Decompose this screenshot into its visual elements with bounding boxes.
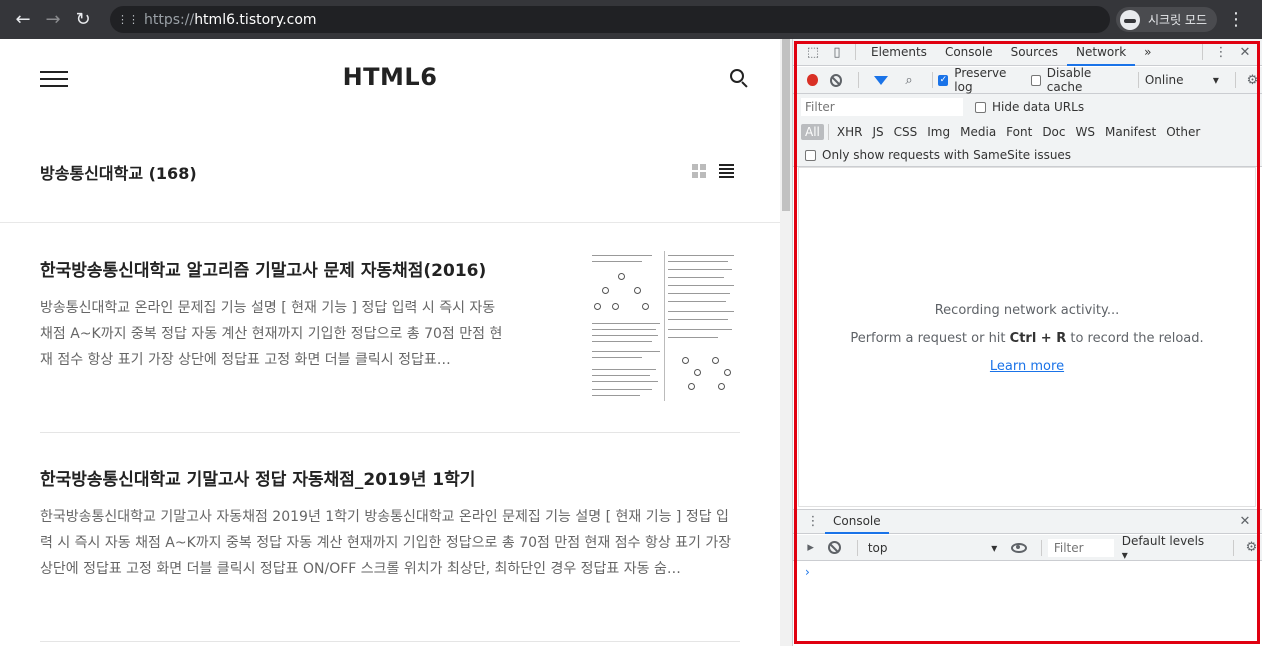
reload-hint: Perform a request or hit Ctrl + R to rec… [799, 331, 1255, 346]
context-select[interactable]: top ▾ [868, 541, 997, 555]
divider [40, 432, 740, 433]
samesite-label: Only show requests with SameSite issues [822, 148, 1072, 162]
address-bar[interactable]: ⋮⋮ https://html6.tistory.com [110, 6, 1110, 33]
device-toolbar-icon[interactable]: ▯ [825, 40, 849, 64]
post-excerpt: 한국방송통신대학교 기말고사 자동채점 2019년 1학기 방송통신대학교 온라… [40, 509, 732, 577]
site-title[interactable]: HTML6 [0, 63, 780, 91]
checkbox[interactable] [1030, 74, 1041, 86]
reload-hint-text: Perform a request or hit [850, 331, 1010, 346]
browser-toolbar: ← → ↻ ⋮⋮ https://html6.tistory.com 시크릿 모… [0, 0, 1262, 39]
drawer-tab-bar: ⋮ Console ✕ [793, 509, 1262, 534]
reload-hint-text: to record the reload. [1066, 331, 1204, 346]
dropdown-arrow-icon: ▾ [991, 540, 998, 555]
record-icon[interactable] [807, 74, 818, 86]
context-value: top [867, 540, 888, 555]
clear-console-icon[interactable] [828, 541, 841, 554]
disable-cache-label: Disable cache [1046, 66, 1092, 94]
learn-more-link[interactable]: Learn more [799, 359, 1255, 374]
list-view-icon[interactable] [719, 164, 734, 178]
checkbox[interactable] [805, 149, 816, 161]
type-filter-font[interactable]: Font [1002, 124, 1036, 140]
type-filter-other[interactable]: Other [1162, 124, 1204, 140]
tab-network[interactable]: Network [1067, 39, 1136, 66]
browser-menu-icon[interactable]: ⋮ [1226, 6, 1246, 33]
hide-data-urls-checkbox[interactable]: Hide data URLs [975, 100, 1084, 114]
samesite-filter: Only show requests with SameSite issues [793, 144, 1262, 167]
back-arrow-icon[interactable]: ← [8, 5, 38, 35]
type-filter-media[interactable]: Media [956, 124, 1000, 140]
type-filter-img[interactable]: Img [923, 124, 954, 140]
incognito-icon [1120, 9, 1140, 30]
hide-data-urls-label: Hide data URLs [992, 100, 1085, 114]
tab-console-drawer[interactable]: Console [825, 509, 889, 534]
resource-type-filters: All XHR JS CSS Img Media Font Doc WS Man… [793, 120, 1262, 144]
dropdown-arrow-icon: ▾ [1212, 73, 1219, 87]
web-page: HTML6 방송통신대학교 (168) 한국방송통신대학교 알고리즘 기말고사 … [0, 39, 780, 646]
reload-icon[interactable]: ↻ [68, 5, 98, 35]
filter-input[interactable]: Filter [801, 98, 963, 116]
post-excerpt: 방송통신대학교 온라인 문제집 기능 설명 [ 현재 기능 ] 정답 입력 시 … [40, 300, 503, 368]
disable-cache-checkbox[interactable]: Disable cache [1030, 66, 1120, 94]
samesite-checkbox[interactable]: Only show requests with SameSite issues [805, 148, 1071, 162]
more-tabs-icon[interactable]: » [1135, 39, 1160, 66]
type-filter-manifest[interactable]: Manifest [1101, 124, 1160, 140]
network-settings-icon[interactable]: ⚙ [1242, 68, 1262, 92]
type-filter-ws[interactable]: WS [1072, 124, 1099, 140]
post-item[interactable]: 한국방송통신대학교 기말고사 정답 자동채점_2019년 1학기 한국방송통신대… [40, 465, 740, 582]
type-filter-doc[interactable]: Doc [1038, 124, 1069, 140]
type-filter-css[interactable]: CSS [890, 124, 922, 140]
live-expression-eye-icon[interactable] [1011, 542, 1027, 553]
preserve-log-label: Preserve log [954, 66, 1007, 94]
devtools-panel: ⬚ ▯ Elements Console Sources Network » ⋮… [792, 39, 1262, 646]
post-thumbnail[interactable] [590, 251, 738, 401]
filter-bar: Filter Hide data URLs [793, 94, 1262, 120]
network-toolbar: ⌕ ✓ Preserve log Disable cache Online ▾ … [793, 66, 1262, 94]
network-empty-state: Recording network activity... Perform a … [798, 167, 1256, 507]
scrollbar-thumb[interactable] [782, 39, 790, 211]
console-settings-icon[interactable]: ⚙ [1240, 536, 1262, 560]
type-filter-xhr[interactable]: XHR [833, 124, 867, 140]
category-title: 방송통신대학교 (168) [40, 164, 197, 183]
checkbox-checked[interactable]: ✓ [938, 74, 949, 86]
preserve-log-checkbox[interactable]: ✓ Preserve log [938, 66, 1019, 94]
divider [0, 222, 780, 223]
search-icon[interactable] [730, 69, 748, 88]
tab-console[interactable]: Console [936, 39, 1002, 66]
recording-message: Recording network activity... [934, 303, 1120, 318]
throttling-value: Online [1144, 73, 1184, 87]
devtools-menu-icon[interactable]: ⋮ [1209, 40, 1233, 64]
inspect-element-icon[interactable]: ⬚ [801, 40, 825, 64]
clear-icon[interactable] [829, 73, 842, 87]
reload-shortcut: Ctrl + R [1009, 331, 1067, 346]
console-prompt[interactable]: › [805, 565, 810, 579]
tab-elements[interactable]: Elements [862, 39, 936, 66]
forward-arrow-icon[interactable]: → [38, 5, 68, 35]
close-devtools-icon[interactable]: ✕ [1233, 40, 1257, 64]
incognito-badge[interactable]: 시크릿 모드 [1116, 7, 1218, 32]
search-icon[interactable]: ⌕ [898, 68, 919, 92]
grid-view-icon[interactable] [692, 164, 706, 178]
post-title[interactable]: 한국방송통신대학교 기말고사 정답 자동채점_2019년 1학기 [40, 465, 740, 490]
url-host: html6.tistory.com [194, 11, 317, 28]
log-levels-select[interactable]: Default levels ▾ [1122, 534, 1211, 562]
type-filter-js[interactable]: JS [868, 124, 887, 140]
url-scheme: https:// [144, 11, 195, 28]
tab-sources[interactable]: Sources [1002, 39, 1067, 66]
log-levels-value: Default levels [1121, 533, 1205, 548]
drawer-menu-icon[interactable]: ⋮ [801, 510, 825, 534]
close-drawer-icon[interactable]: ✕ [1233, 510, 1257, 534]
page-scrollbar[interactable] [780, 39, 792, 646]
throttling-select[interactable]: Online ▾ [1145, 73, 1219, 87]
filter-icon[interactable] [874, 75, 889, 85]
console-filter-input[interactable]: Filter [1047, 538, 1114, 557]
incognito-label: 시크릿 모드 [1148, 13, 1208, 27]
divider [40, 641, 740, 642]
console-toolbar: ▸ top ▾ Filter Default levels ▾ ⚙ [793, 534, 1262, 562]
devtools-tab-bar: ⬚ ▯ Elements Console Sources Network » ⋮… [793, 39, 1262, 66]
type-filter-all[interactable]: All [801, 124, 824, 140]
dropdown-arrow-icon: ▾ [1121, 547, 1128, 562]
show-sidebar-icon[interactable]: ▸ [799, 536, 822, 560]
checkbox[interactable] [975, 101, 986, 113]
site-info-icon[interactable]: ⋮⋮ [117, 12, 139, 28]
